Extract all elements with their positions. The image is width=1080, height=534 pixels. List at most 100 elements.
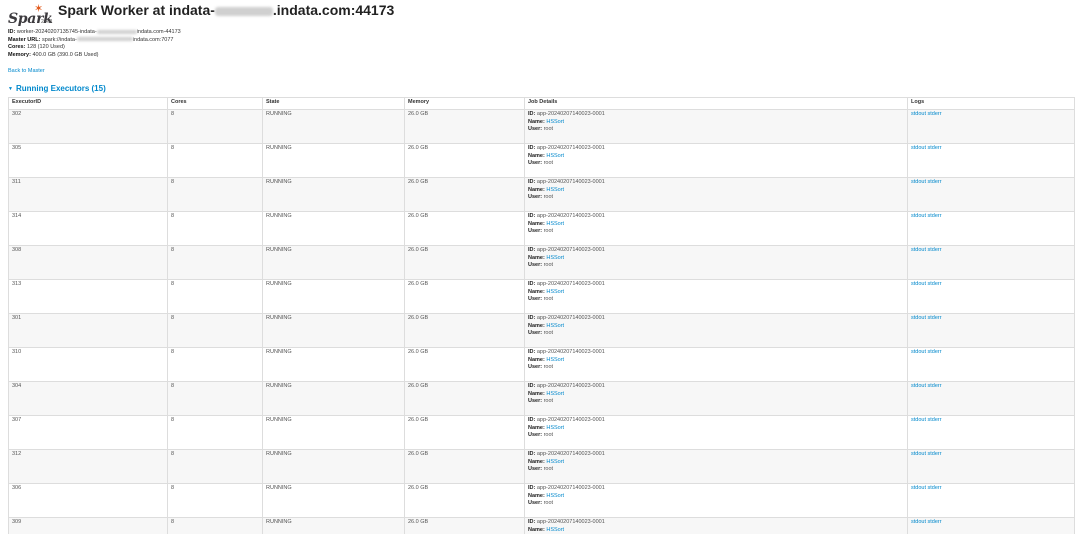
app-user-line: User: root bbox=[528, 126, 904, 134]
app-user-line: User: root bbox=[528, 466, 904, 474]
state-cell: RUNNING bbox=[262, 483, 405, 518]
stdout-link[interactable]: stdout bbox=[911, 281, 926, 287]
worker-id-label: ID: bbox=[8, 29, 16, 35]
app-name-link[interactable]: HSSort bbox=[546, 221, 564, 227]
column-header-memory[interactable]: Memory bbox=[404, 97, 525, 110]
app-user-label: User: bbox=[528, 228, 543, 235]
app-name-link[interactable]: HSSort bbox=[546, 527, 564, 533]
app-name-link[interactable]: HSSort bbox=[546, 459, 564, 465]
job-details-cell: ID: app-20240207140023-0001Name: HSSortU… bbox=[524, 415, 908, 450]
app-name-label: Name: bbox=[528, 186, 545, 193]
column-header-logs[interactable]: Logs bbox=[907, 97, 1075, 110]
column-header-job-details[interactable]: Job Details bbox=[524, 97, 908, 110]
cores-line: Cores: 128 (120 Used) bbox=[8, 44, 181, 52]
app-name-label: Name: bbox=[528, 390, 545, 397]
app-name-link[interactable]: HSSort bbox=[546, 289, 564, 295]
stderr-link[interactable]: stderr bbox=[928, 417, 942, 423]
stderr-link[interactable]: stderr bbox=[928, 281, 942, 287]
column-header-cores[interactable]: Cores bbox=[167, 97, 263, 110]
logs-cell: stdout stderr bbox=[907, 449, 1075, 484]
stderr-link[interactable]: stderr bbox=[928, 485, 942, 491]
cores-cell: 8 bbox=[167, 381, 263, 416]
app-id-label: ID: bbox=[528, 315, 536, 321]
job-details-cell: ID: app-20240207140023-0001Name: HSSortU… bbox=[524, 517, 908, 534]
stdout-link[interactable]: stdout bbox=[911, 485, 926, 491]
app-name-link[interactable]: HSSort bbox=[546, 391, 564, 397]
app-name-link[interactable]: HSSort bbox=[546, 323, 564, 329]
stderr-link[interactable]: stderr bbox=[928, 111, 942, 117]
memory-cell: 26.0 GB bbox=[404, 347, 525, 382]
app-id-label: ID: bbox=[528, 383, 536, 389]
caret-down-icon: ▼ bbox=[8, 85, 13, 92]
table-row: 307 8 RUNNING 26.0 GB ID: app-20240207140023… bbox=[8, 415, 1075, 450]
state-cell: RUNNING bbox=[262, 245, 405, 280]
app-user-label: User: bbox=[528, 160, 543, 167]
app-name-link[interactable]: HSSort bbox=[546, 187, 564, 193]
app-name-link[interactable]: HSSort bbox=[546, 153, 564, 159]
stderr-link[interactable]: stderr bbox=[928, 213, 942, 219]
cores-cell: 8 bbox=[167, 143, 263, 178]
app-id-line: ID: app-20240207140023-0001 bbox=[528, 247, 904, 255]
app-name-link[interactable]: HSSort bbox=[546, 493, 564, 499]
app-user-value: root bbox=[543, 330, 554, 337]
app-name-link[interactable]: HSSort bbox=[546, 357, 564, 363]
job-details-cell: ID: app-20240207140023-0001Name: HSSortU… bbox=[524, 449, 908, 484]
logs-cell: stdout stderr bbox=[907, 109, 1075, 144]
stdout-link[interactable]: stdout bbox=[911, 213, 926, 219]
app-id-label: ID: bbox=[528, 145, 536, 151]
app-id-line: ID: app-20240207140023-0001 bbox=[528, 349, 904, 357]
app-id-value: app-20240207140023-0001 bbox=[536, 247, 605, 253]
stderr-link[interactable]: stderr bbox=[928, 349, 942, 355]
running-executors-toggle[interactable]: ▼ Running Executors (15) bbox=[8, 84, 106, 93]
stdout-link[interactable]: stdout bbox=[911, 247, 926, 253]
stderr-link[interactable]: stderr bbox=[928, 315, 942, 321]
app-name-label: Name: bbox=[528, 356, 545, 363]
table-row: 312 8 RUNNING 26.0 GB ID: app-20240207140023… bbox=[8, 449, 1075, 484]
job-details-cell: ID: app-20240207140023-0001Name: HSSortU… bbox=[524, 143, 908, 178]
app-id-label: ID: bbox=[528, 213, 536, 219]
app-id-value: app-20240207140023-0001 bbox=[536, 281, 605, 287]
memory-cell: 26.0 GB bbox=[404, 313, 525, 348]
column-header-executor-id[interactable]: ExecutorID bbox=[8, 97, 168, 110]
stdout-link[interactable]: stdout bbox=[911, 315, 926, 321]
logs-cell: stdout stderr bbox=[907, 143, 1075, 178]
app-id-label: ID: bbox=[528, 179, 536, 185]
app-name-line: Name: HSSort bbox=[528, 459, 904, 467]
job-details-cell: ID: app-20240207140023-0001Name: HSSortU… bbox=[524, 109, 908, 144]
stdout-link[interactable]: stdout bbox=[911, 451, 926, 457]
memory-cell: 26.0 GB bbox=[404, 279, 525, 314]
stderr-link[interactable]: stderr bbox=[928, 383, 942, 389]
app-name-link[interactable]: HSSort bbox=[546, 119, 564, 125]
stdout-link[interactable]: stdout bbox=[911, 349, 926, 355]
stdout-link[interactable]: stdout bbox=[911, 111, 926, 117]
table-row: 309 8 RUNNING 26.0 GB ID: app-20240207140023… bbox=[8, 517, 1075, 534]
app-name-link[interactable]: HSSort bbox=[546, 255, 564, 261]
cores-cell: 8 bbox=[167, 313, 263, 348]
stderr-link[interactable]: stderr bbox=[928, 451, 942, 457]
stdout-link[interactable]: stdout bbox=[911, 145, 926, 151]
stdout-link[interactable]: stdout bbox=[911, 179, 926, 185]
app-name-line: Name: HSSort bbox=[528, 187, 904, 195]
state-cell: RUNNING bbox=[262, 143, 405, 178]
executor-id-cell: 312 bbox=[8, 449, 168, 484]
app-user-value: root bbox=[543, 432, 554, 439]
stdout-link[interactable]: stdout bbox=[911, 383, 926, 389]
column-header-state[interactable]: State bbox=[262, 97, 405, 110]
memory-cell: 26.0 GB bbox=[404, 517, 525, 534]
stderr-link[interactable]: stderr bbox=[928, 179, 942, 185]
app-id-value: app-20240207140023-0001 bbox=[536, 179, 605, 185]
spark-logo[interactable]: ✶ Spark 2.4.8 bbox=[8, 4, 54, 28]
stderr-link[interactable]: stderr bbox=[928, 145, 942, 151]
memory-value: 400.0 GB (390.0 GB Used) bbox=[32, 51, 99, 58]
stderr-link[interactable]: stderr bbox=[928, 247, 942, 253]
app-id-line: ID: app-20240207140023-0001 bbox=[528, 417, 904, 425]
worker-info: ID: worker-20240207135745-indata-indata.… bbox=[8, 29, 181, 59]
app-user-label: User: bbox=[528, 330, 543, 337]
stderr-link[interactable]: stderr bbox=[928, 519, 942, 525]
stdout-link[interactable]: stdout bbox=[911, 519, 926, 525]
app-user-label: User: bbox=[528, 262, 543, 269]
app-name-link[interactable]: HSSort bbox=[546, 425, 564, 431]
app-id-label: ID: bbox=[528, 417, 536, 423]
back-to-master-link[interactable]: Back to Master bbox=[8, 68, 45, 74]
stdout-link[interactable]: stdout bbox=[911, 417, 926, 423]
